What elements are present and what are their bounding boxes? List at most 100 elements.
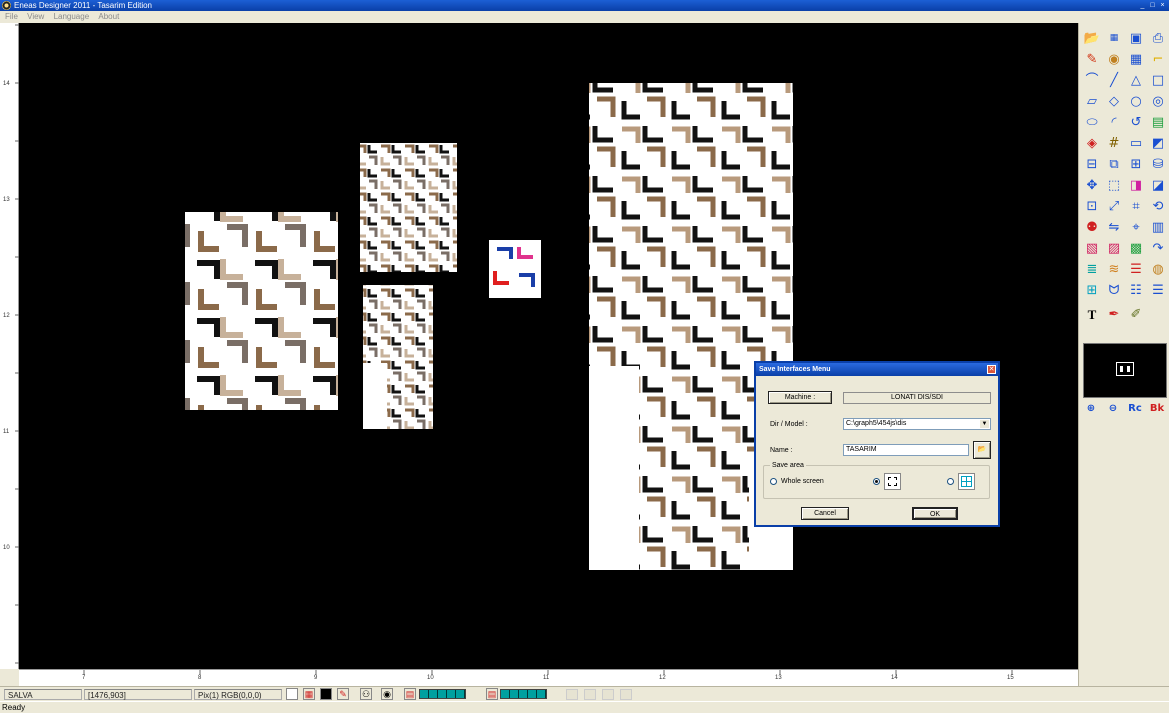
- arc-icon[interactable]: ◜: [1105, 113, 1123, 131]
- text-icon[interactable]: T: [1083, 305, 1101, 323]
- save-disk-icon[interactable]: ▣: [1127, 29, 1145, 47]
- whole-screen-radio[interactable]: [770, 478, 777, 485]
- split-icon[interactable]: ▥: [1149, 218, 1167, 236]
- gradient-icon[interactable]: ◩: [1149, 134, 1167, 152]
- node-icon[interactable]: ⌖: [1127, 218, 1145, 236]
- crop-icon[interactable]: ◪: [1149, 176, 1167, 194]
- printer-icon[interactable]: ⎙: [1149, 29, 1167, 47]
- color-stack-icon[interactable]: ▤: [404, 688, 416, 700]
- duplicate-icon[interactable]: ⊞: [1127, 155, 1145, 173]
- eraser-pen-icon[interactable]: ✐: [1127, 305, 1145, 323]
- layers-icon[interactable]: ▤: [1149, 113, 1167, 131]
- save-area-label: Save area: [770, 461, 806, 470]
- zoom-in-icon[interactable]: ⊕: [1082, 400, 1100, 418]
- design-canvas[interactable]: [19, 23, 1078, 669]
- dir-model-select[interactable]: C:\graph5\454js\dis ▼: [843, 418, 991, 430]
- name-input[interactable]: TASARIM: [843, 444, 969, 456]
- brush-icon[interactable]: ✎: [337, 688, 349, 700]
- bars-icon[interactable]: ☰: [1127, 260, 1145, 278]
- pencil-icon[interactable]: ✎: [1083, 50, 1101, 68]
- chevron-down-icon[interactable]: ▼: [980, 420, 989, 428]
- grid-area-radio[interactable]: [947, 478, 954, 485]
- people-icon[interactable]: ⚇: [360, 688, 372, 700]
- ruler-label: 8: [198, 675, 202, 681]
- cancel-button[interactable]: Cancel: [801, 507, 849, 520]
- ok-button[interactable]: OK: [912, 507, 958, 520]
- selection-radio[interactable]: [873, 478, 880, 485]
- palette-round-icon[interactable]: ◍: [1149, 260, 1167, 278]
- striped-icon[interactable]: ≣: [1083, 260, 1101, 278]
- cat-icon[interactable]: ᗢ: [1105, 281, 1123, 299]
- navigator-viewport[interactable]: [1116, 362, 1134, 376]
- window-grid-icon[interactable]: ⊞: [1083, 281, 1101, 299]
- palette-icon[interactable]: ◉: [1105, 50, 1123, 68]
- white-color-icon[interactable]: [286, 688, 298, 700]
- navigator-preview[interactable]: [1083, 343, 1167, 398]
- browse-folder-icon[interactable]: 📂: [973, 441, 991, 459]
- ruler-label: 10: [427, 675, 434, 681]
- lasso-icon[interactable]: ↺: [1127, 113, 1145, 131]
- menu-language[interactable]: Language: [54, 11, 90, 23]
- paint-bucket-icon[interactable]: ◈: [1083, 134, 1101, 152]
- mirror-icon[interactable]: ⚉: [1083, 218, 1101, 236]
- corner-icon[interactable]: ⌐: [1149, 50, 1167, 68]
- maximize-button[interactable]: □: [1148, 1, 1157, 10]
- window-title: Eneas Designer 2011 - Tasarim Edition: [14, 1, 152, 10]
- wave-icon[interactable]: ≋: [1105, 260, 1123, 278]
- copy-icon[interactable]: ⧉: [1105, 155, 1123, 173]
- machine-value: LONATI DIS/SDI: [843, 392, 991, 404]
- color-map-icon[interactable]: ▧: [1083, 239, 1101, 257]
- ruler-label: 12: [3, 313, 10, 319]
- paint-pen-icon[interactable]: ✒: [1105, 305, 1123, 323]
- color-blend-icon[interactable]: ▩: [1127, 239, 1145, 257]
- triangle-icon[interactable]: △: [1127, 71, 1145, 89]
- redo-curve-icon[interactable]: ↷: [1149, 239, 1167, 257]
- transform-icon[interactable]: ⬚: [1105, 176, 1123, 194]
- open-folder-icon[interactable]: 📂: [1083, 29, 1101, 47]
- curve-icon[interactable]: ⌒: [1083, 71, 1101, 89]
- status-pixel: Pix(1) RGB(0,0,0): [194, 689, 282, 700]
- ellipse-icon[interactable]: ⬭: [1083, 113, 1101, 131]
- select-rect-icon[interactable]: ⊟: [1083, 155, 1101, 173]
- ruler-label: 14: [3, 81, 10, 87]
- parallelogram-icon[interactable]: ▱: [1083, 92, 1101, 110]
- ruler-label: 13: [775, 675, 782, 681]
- eye-icon[interactable]: ◉: [381, 688, 393, 700]
- menu-view[interactable]: View: [27, 11, 44, 23]
- color-replace-icon[interactable]: ▨: [1105, 239, 1123, 257]
- machine-button[interactable]: Machine :: [768, 391, 832, 404]
- save-area-group: Save area Whole screen: [763, 461, 990, 499]
- color-swap-icon[interactable]: ◨: [1127, 176, 1145, 194]
- hash-icon[interactable]: #: [1105, 134, 1123, 152]
- resize-icon[interactable]: ⊡: [1083, 197, 1101, 215]
- circle-icon[interactable]: ○: [1127, 92, 1145, 110]
- diamond-icon[interactable]: ◇: [1105, 92, 1123, 110]
- rotate-icon[interactable]: ⟲: [1149, 197, 1167, 215]
- rings-icon[interactable]: ◎: [1149, 92, 1167, 110]
- move-icon[interactable]: ✥: [1083, 176, 1101, 194]
- crop-tool-icon[interactable]: ⌗: [1127, 197, 1145, 215]
- title-bar: Eneas Designer 2011 - Tasarim Edition _ …: [0, 0, 1169, 11]
- flip-icon[interactable]: ⇋: [1105, 218, 1123, 236]
- minimize-button[interactable]: _: [1138, 1, 1147, 10]
- zoom-out-icon[interactable]: ⊖: [1104, 400, 1122, 418]
- menu-file[interactable]: File: [5, 11, 18, 23]
- fill-bucket-icon[interactable]: ⛁: [1149, 155, 1167, 173]
- menu-about[interactable]: About: [98, 11, 119, 23]
- back-icon[interactable]: Bk: [1148, 400, 1166, 418]
- grid-icon[interactable]: ▦: [1127, 50, 1145, 68]
- close-button[interactable]: ×: [1158, 1, 1167, 10]
- palette-icon[interactable]: ▦: [303, 688, 315, 700]
- pic-icon[interactable]: ▦: [1105, 29, 1123, 47]
- black-color-icon[interactable]: [320, 688, 332, 700]
- ready-text: Ready: [2, 703, 26, 712]
- reset-icon[interactable]: Rc: [1126, 400, 1144, 418]
- line-icon[interactable]: ╱: [1105, 71, 1123, 89]
- color-stack-icon-2[interactable]: ▤: [486, 688, 498, 700]
- scale-icon[interactable]: ⤢: [1105, 197, 1123, 215]
- rectangle-fill-icon[interactable]: ▭: [1127, 134, 1145, 152]
- dialog-close-button[interactable]: ✕: [987, 365, 996, 374]
- stripes-icon[interactable]: ☷: [1127, 281, 1145, 299]
- stripes-alt-icon[interactable]: ☰: [1149, 281, 1167, 299]
- rectangle-icon[interactable]: □: [1149, 71, 1167, 89]
